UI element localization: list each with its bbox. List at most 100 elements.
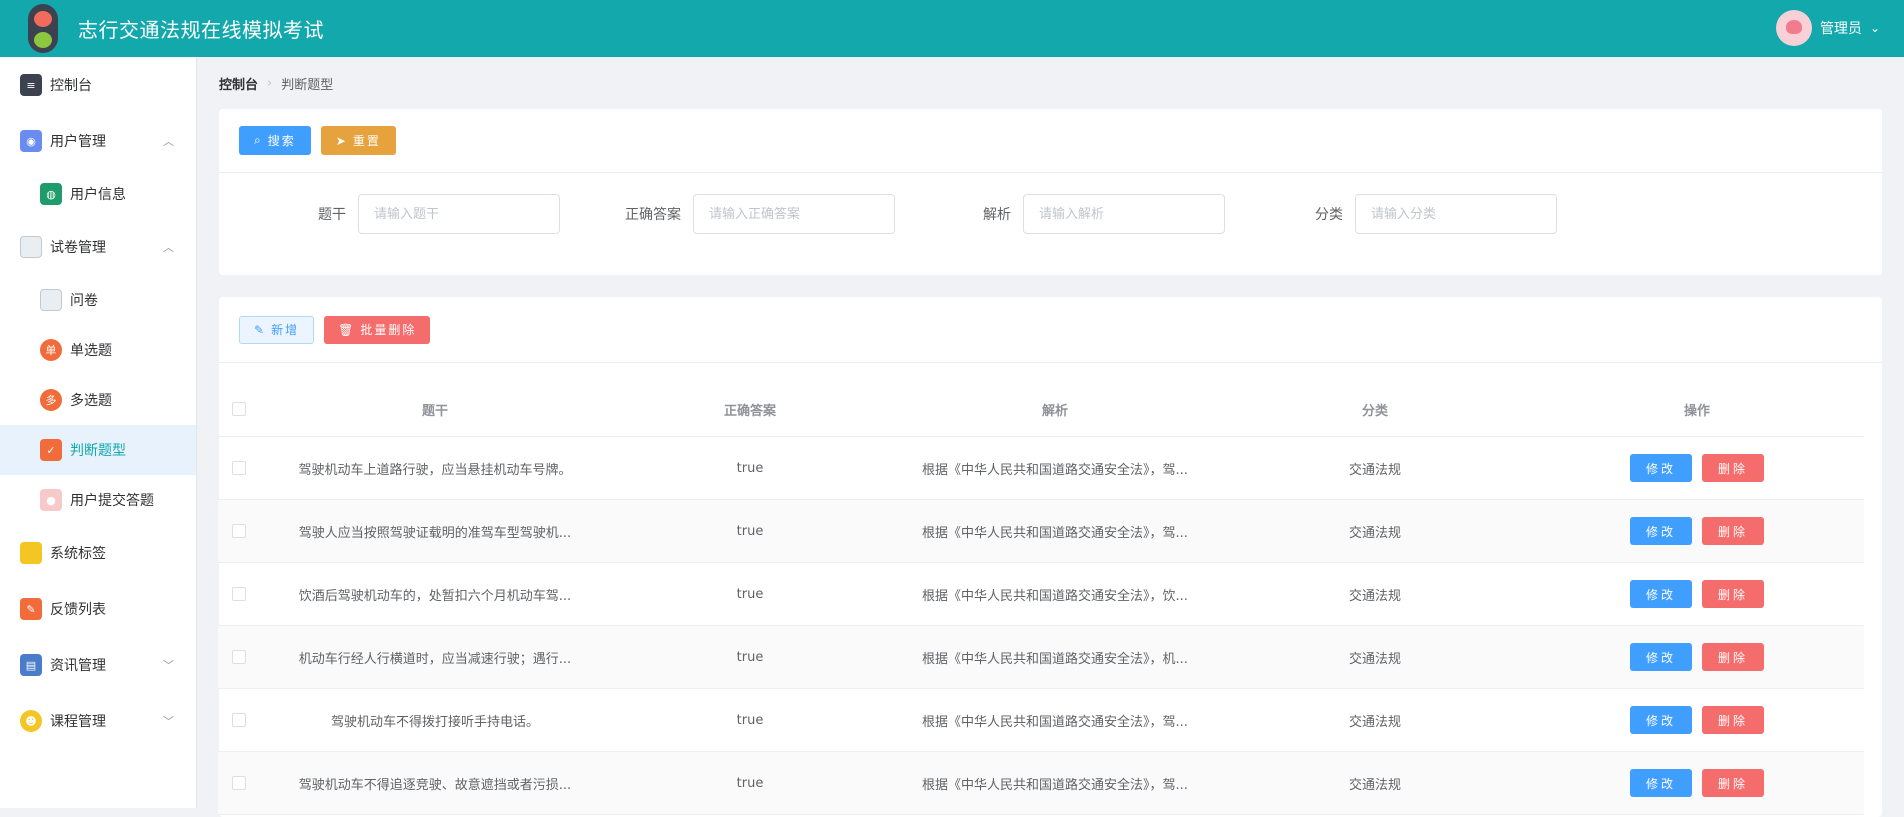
select-all-checkbox[interactable] [232,402,246,416]
delete-button[interactable]: 删除 [1702,643,1765,671]
cell-answer: true [736,649,764,665]
sidebar-item-single-choice[interactable]: 单 单选题 [0,325,196,375]
table-row: 饮酒后驾驶机动车的，处暂扣六个月机动车驾... true 根据《中华人民共和国道… [218,563,1864,626]
filter-analysis: 解析 [983,194,1225,234]
row-checkbox[interactable] [232,461,246,475]
top-header: 志行交通法规在线模拟考试 管理员 ⌄ [0,0,1904,57]
cell-category: 交通法规 [1348,525,1401,541]
sidebar-item-judgment[interactable]: ✓ 判断题型 [0,425,196,475]
user-icon: ◉ [20,130,42,152]
row-checkbox[interactable] [232,650,246,664]
chevron-down-icon[interactable]: ﹀ [163,657,174,673]
cell-analysis: 根据《中华人民共和国道路交通安全法》，驾... [922,525,1188,541]
sidebar-item-user-answers[interactable]: ● 用户提交答题 [0,475,196,525]
edit-button[interactable]: 修改 [1629,454,1692,482]
row-checkbox[interactable] [232,524,246,538]
course-icon: ☻ [20,710,42,732]
category-input[interactable] [1355,194,1557,234]
edit-icon: ✎ [254,322,267,337]
batch-delete-button[interactable]: 🗑 批量删除 [324,315,431,344]
cell-answer: true [736,586,764,602]
table-row: 机动车行经人行横道时，应当减速行驶；遇行... true 根据《中华人民共和国道… [218,626,1864,689]
sidebar-item-label: 系统标签 [50,546,106,562]
chevron-up-icon[interactable]: ︿ [163,239,174,255]
sidebar-item-dashboard[interactable]: ≡ 控制台 [0,57,196,113]
single-choice-icon: 单 [40,339,62,361]
chevron-down-icon[interactable]: ⌄ [1870,21,1880,35]
table-row: 驾驶机动车不得追逐竞驶、故意遮挡或者污损... true 根据《中华人民共和国道… [218,752,1864,815]
table-header: 题干 正确答案 解析 分类 操作 [218,382,1864,437]
header-actions: 操作 [1683,403,1710,419]
questionnaire-icon [40,289,62,311]
sidebar-item-questionnaire[interactable]: 问卷 [0,275,196,325]
filter-category: 分类 [1315,194,1557,234]
sidebar-item-news[interactable]: ▤ 资讯管理 ﹀ [0,637,196,693]
cell-stem: 机动车行经人行横道时，应当减速行驶；遇行... [298,651,572,667]
sidebar-item-paper-management[interactable]: 试卷管理 ︿ [0,219,196,275]
edit-button[interactable]: 修改 [1629,769,1692,797]
cell-stem: 驾驶机动车上道路行驶，应当悬挂机动车号牌。 [298,462,572,478]
sidebar-item-user-info[interactable]: ◍ 用户信息 [0,169,196,219]
chevron-up-icon[interactable]: ︿ [163,133,174,149]
header-category: 分类 [1361,403,1388,419]
add-button[interactable]: ✎ 新增 [239,315,315,344]
sidebar-item-label: 控制台 [50,78,92,94]
edit-button[interactable]: 修改 [1629,517,1692,545]
cell-analysis: 根据《中华人民共和国道路交通安全法》，驾... [922,462,1188,478]
edit-button[interactable]: 修改 [1629,643,1692,671]
sidebar-item-user-management[interactable]: ◉ 用户管理 ︿ [0,113,196,169]
delete-button[interactable]: 删除 [1702,517,1765,545]
edit-button[interactable]: 修改 [1629,580,1692,608]
data-table: 题干 正确答案 解析 分类 操作 驾驶机动车上道路行驶，应当悬挂机动车号牌。 t… [218,382,1864,815]
breadcrumb: 控制台 › 判断题型 [219,57,1882,109]
table-row: 驾驶机动车上道路行驶，应当悬挂机动车号牌。 true 根据《中华人民共和国道路交… [218,437,1864,500]
submit-icon: ● [40,489,62,511]
sidebar-item-label: 判断题型 [70,443,126,459]
reset-button[interactable]: ➤ 重置 [320,126,396,155]
user-menu[interactable]: 管理员 ⌄ [1775,10,1880,46]
search-button[interactable]: ⌕ 搜索 [239,126,311,155]
breadcrumb-root[interactable]: 控制台 [219,74,258,93]
tag-icon [20,542,42,564]
row-checkbox[interactable] [232,587,246,601]
avatar[interactable] [1775,10,1812,46]
answer-input[interactable] [693,194,895,234]
delete-button[interactable]: 删除 [1702,580,1765,608]
send-icon: ➤ [335,133,348,148]
feedback-icon: ✎ [20,598,42,620]
sidebar-item-system-tags[interactable]: 系统标签 [0,525,196,581]
delete-button[interactable]: 删除 [1702,706,1765,734]
filter-answer: 正确答案 [625,194,895,234]
cell-category: 交通法规 [1348,462,1401,478]
chevron-right-icon: › [267,75,273,91]
sidebar-item-label: 用户管理 [50,134,106,150]
cell-analysis: 根据《中华人民共和国道路交通安全法》，机... [922,651,1188,667]
filter-stem: 题干 [318,194,560,234]
sidebar-item-label: 课程管理 [50,714,106,730]
multi-choice-icon: 多 [40,389,62,411]
trash-icon: 🗑 [338,322,356,337]
dashboard-icon: ≡ [20,74,42,96]
search-panel: ⌕ 搜索 ➤ 重置 题干 正确答案 解析 分类 [219,109,1882,275]
chevron-down-icon[interactable]: ﹀ [163,713,174,729]
stem-input[interactable] [358,194,560,234]
sidebar-item-feedback[interactable]: ✎ 反馈列表 [0,581,196,637]
news-icon: ▤ [20,654,42,676]
delete-button[interactable]: 删除 [1702,454,1765,482]
id-card-icon: ◍ [40,183,62,205]
analysis-input[interactable] [1023,194,1225,234]
cell-answer: true [736,460,764,476]
row-checkbox[interactable] [232,713,246,727]
header-analysis: 解析 [1041,403,1068,419]
sidebar-item-multi-choice[interactable]: 多 多选题 [0,375,196,425]
edit-button[interactable]: 修改 [1629,706,1692,734]
user-name[interactable]: 管理员 [1820,18,1862,38]
cell-stem: 驾驶机动车不得追逐竞驶、故意遮挡或者污损... [298,777,572,793]
sidebar-item-label: 多选题 [70,393,112,409]
delete-button[interactable]: 删除 [1702,769,1765,797]
cell-answer: true [736,523,764,539]
sidebar-item-courses[interactable]: ☻ 课程管理 ﹀ [0,693,196,749]
header-answer: 正确答案 [723,403,776,419]
sidebar-item-label: 反馈列表 [50,602,106,618]
row-checkbox[interactable] [232,776,246,790]
